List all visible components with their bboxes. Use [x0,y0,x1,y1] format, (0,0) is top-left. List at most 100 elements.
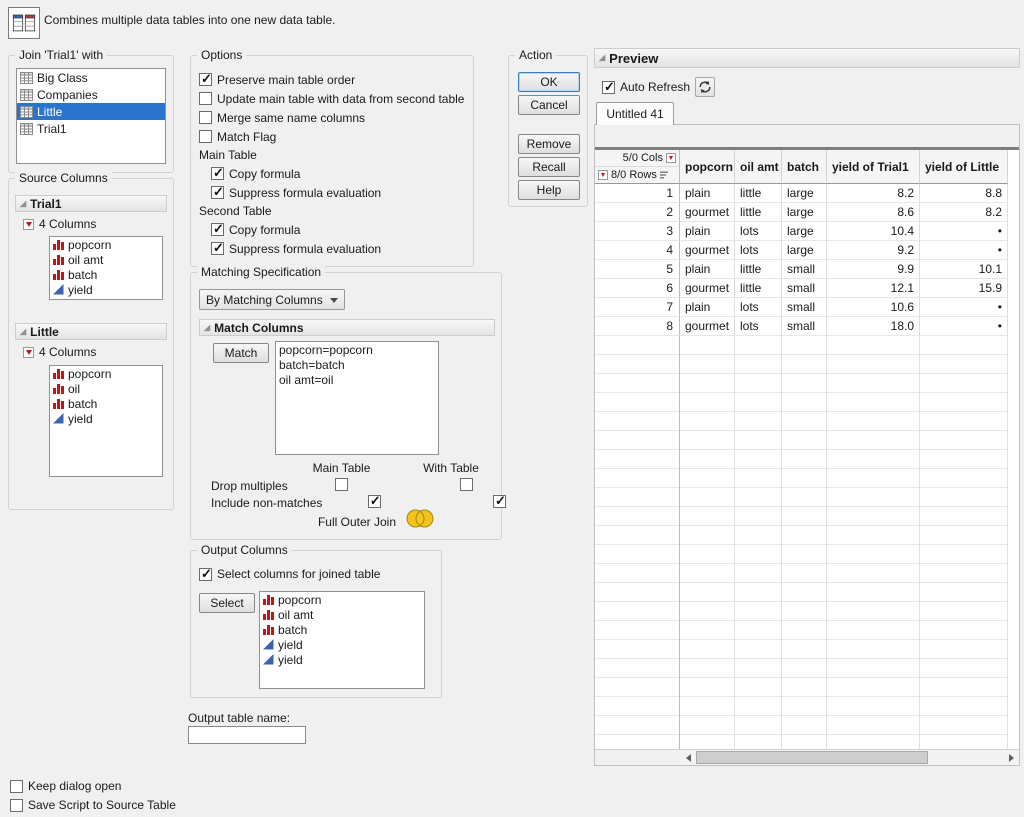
update-main-table-checkbox[interactable] [199,92,212,105]
table-cell[interactable]: little [735,203,782,222]
column-item[interactable]: yield [50,411,162,426]
column-item[interactable]: popcorn [50,237,162,252]
merge-same-name-columns-checkbox[interactable] [199,111,212,124]
table-cell[interactable]: little [735,184,782,203]
second-suppress-formula-checkbox[interactable] [211,242,224,255]
table-cell[interactable]: lots [735,241,782,260]
save-script-checkbox[interactable] [10,799,23,812]
join-table-item[interactable]: Big Class [17,69,165,86]
table-cell[interactable]: large [782,203,827,222]
drop-multiples-main-checkbox[interactable] [335,478,348,491]
main-copy-formula-checkbox[interactable] [211,167,224,180]
table-cell[interactable]: plain [680,298,735,317]
table-cell[interactable]: gourmet [680,317,735,336]
table-cell[interactable]: 10.6 [827,298,920,317]
horizontal-scrollbar[interactable] [680,749,1019,765]
column-item[interactable]: batch [260,622,424,637]
column-item[interactable]: batch [50,267,162,282]
row-number[interactable]: 3 [595,222,680,241]
table-cell[interactable]: 8.2 [920,203,1008,222]
table-cell[interactable]: 18.0 [827,317,920,336]
column-item[interactable]: yield [260,652,424,667]
table-cell[interactable]: 8.6 [827,203,920,222]
join-table-item[interactable]: Trial1 [17,120,165,137]
column-item[interactable]: popcorn [260,592,424,607]
scrollbar-thumb[interactable] [696,751,928,764]
column-header[interactable]: popcorn [680,150,735,184]
table-cell[interactable]: plain [680,184,735,203]
column-item[interactable]: oil [50,381,162,396]
table-cell[interactable]: small [782,260,827,279]
scroll-left-button[interactable] [680,750,696,765]
table-cell[interactable]: little [735,260,782,279]
table-cell[interactable]: • [920,298,1008,317]
table-cell[interactable]: small [782,317,827,336]
include-non-matches-with-checkbox[interactable] [493,495,506,508]
match-button[interactable]: Match [213,343,269,363]
auto-refresh-checkbox[interactable] [602,81,615,94]
column-item[interactable]: oil amt [260,607,424,622]
table-cell[interactable]: small [782,298,827,317]
keep-dialog-open-checkbox[interactable] [10,780,23,793]
scroll-right-button[interactable] [1003,750,1019,765]
column-item[interactable]: yield [50,282,162,297]
table-cell[interactable]: lots [735,317,782,336]
table-cell[interactable]: large [782,241,827,260]
column-item[interactable]: yield [260,637,424,652]
remove-button[interactable]: Remove [518,134,580,154]
table-cell[interactable]: 15.9 [920,279,1008,298]
refresh-button[interactable] [695,77,715,97]
row-number[interactable]: 5 [595,260,680,279]
row-number[interactable]: 2 [595,203,680,222]
row-number[interactable]: 6 [595,279,680,298]
cancel-button[interactable]: Cancel [518,95,580,115]
rows-menu-icon[interactable] [598,170,608,180]
match-columns-outline-header[interactable]: ◢ Match Columns [199,319,495,336]
row-number[interactable]: 8 [595,317,680,336]
table-cell[interactable]: gourmet [680,241,735,260]
include-non-matches-main-checkbox[interactable] [368,495,381,508]
table-cell[interactable]: gourmet [680,203,735,222]
table-cell[interactable]: small [782,279,827,298]
match-pair[interactable]: popcorn=popcorn [276,342,438,357]
column-item[interactable]: batch [50,396,162,411]
table-cell[interactable]: large [782,184,827,203]
little-columns-menu[interactable]: 4 Columns [23,345,96,359]
column-header[interactable]: oil amt [735,150,782,184]
table-cell[interactable]: 9.9 [827,260,920,279]
match-flag-checkbox[interactable] [199,130,212,143]
table-cell[interactable]: large [782,222,827,241]
table-cell[interactable]: • [920,222,1008,241]
columns-menu-icon[interactable] [666,153,676,163]
match-pair[interactable]: batch=batch [276,357,438,372]
column-header[interactable]: yield of Trial1 [827,150,920,184]
little-outline-header[interactable]: ◢ Little [15,323,167,340]
table-cell[interactable]: 9.2 [827,241,920,260]
column-item[interactable]: oil amt [50,252,162,267]
column-header[interactable]: batch [782,150,827,184]
second-copy-formula-checkbox[interactable] [211,223,224,236]
select-button[interactable]: Select [199,593,255,613]
row-number[interactable]: 7 [595,298,680,317]
column-header[interactable]: yield of Little [920,150,1008,184]
table-cell[interactable]: 12.1 [827,279,920,298]
row-number[interactable]: 4 [595,241,680,260]
table-cell[interactable]: • [920,241,1008,260]
trial1-columns-menu[interactable]: 4 Columns [23,217,96,231]
match-pair[interactable]: oil amt=oil [276,372,438,387]
preview-outline-header[interactable]: ◢ Preview [594,48,1020,68]
table-cell[interactable]: gourmet [680,279,735,298]
ok-button[interactable]: OK [518,72,580,92]
trial1-outline-header[interactable]: ◢ Trial1 [15,195,167,212]
column-item[interactable]: popcorn [50,366,162,381]
drop-multiples-with-checkbox[interactable] [460,478,473,491]
table-cell[interactable]: lots [735,298,782,317]
table-cell[interactable]: lots [735,222,782,241]
table-cell[interactable]: • [920,317,1008,336]
help-button[interactable]: Help [518,180,580,200]
table-cell[interactable]: plain [680,260,735,279]
table-cell[interactable]: 8.2 [827,184,920,203]
join-table-item[interactable]: Little [17,103,165,120]
main-suppress-formula-checkbox[interactable] [211,186,224,199]
output-table-name-input[interactable] [188,726,306,744]
